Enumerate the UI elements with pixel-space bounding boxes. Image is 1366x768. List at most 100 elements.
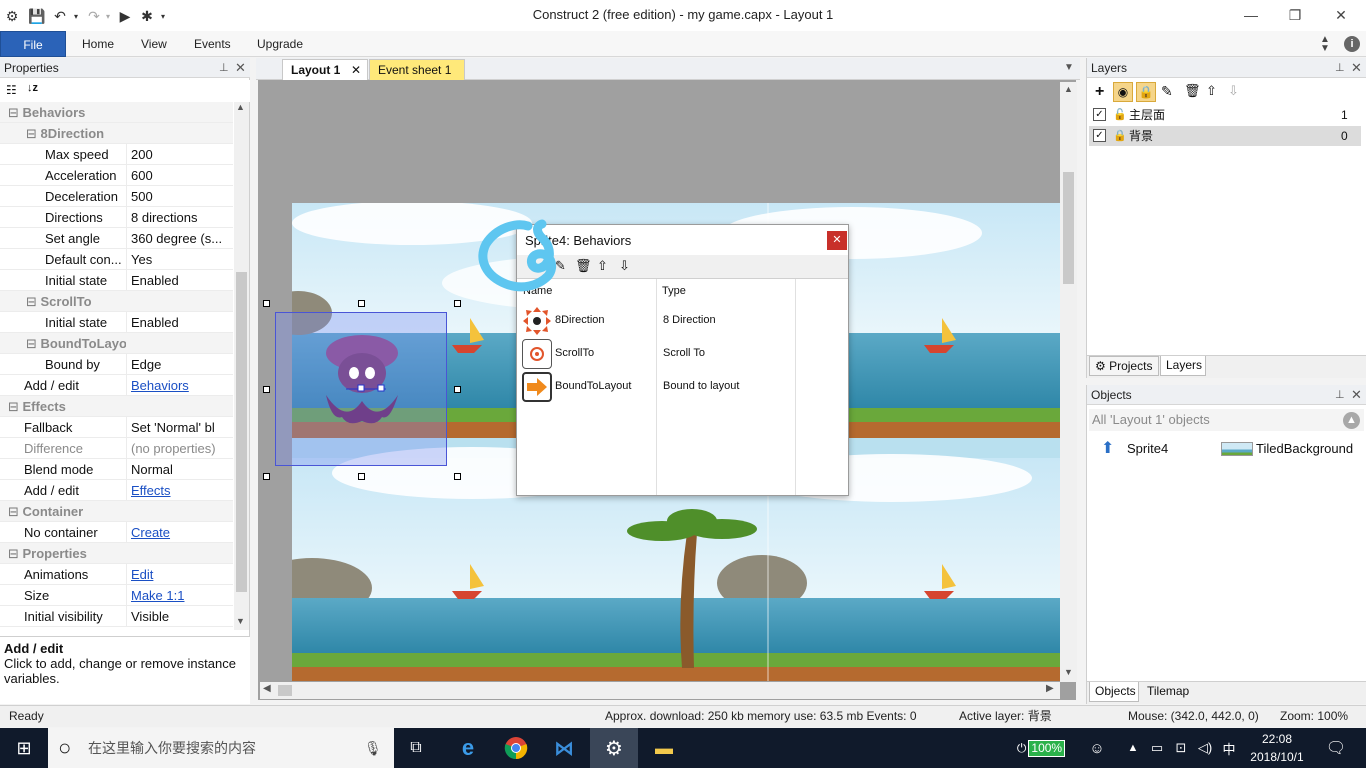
property-row[interactable]: Size Make 1:1 [0,585,233,606]
property-category[interactable]: ⊟ 8Direction [0,123,233,144]
pin-icon[interactable]: ⊥ [1335,385,1345,405]
property-category[interactable]: ⊟ Effects [0,396,233,417]
property-value[interactable]: Enabled [126,270,233,291]
property-row[interactable]: Bound by Edge [0,354,233,375]
info-icon[interactable]: i [1344,36,1360,52]
scroll-left-icon[interactable]: ◀ [263,683,271,694]
property-category[interactable]: ⊟ Properties [0,543,233,564]
property-row[interactable]: Add / edit Behaviors [0,375,233,396]
property-row[interactable]: Initial state Enabled [0,312,233,333]
close-panel-icon[interactable]: ✕ [235,58,246,78]
add-layer-icon[interactable]: + [1095,83,1104,101]
objects-filter[interactable]: All 'Layout 1' objects ▲ [1089,409,1364,431]
property-row[interactable]: Initial state Enabled [0,270,233,291]
layer-visible-checkbox[interactable]: ✓ [1093,108,1106,121]
resize-handle-ne[interactable] [454,300,461,307]
ime-indicator[interactable]: 中 [1218,728,1240,768]
resize-handle-e[interactable] [454,386,461,393]
network-icon[interactable]: ⊡ [1170,728,1192,768]
property-link[interactable]: Effects [126,480,233,501]
tab-tilemap[interactable]: Tilemap [1142,682,1194,702]
property-link[interactable]: Make 1:1 [126,585,233,606]
volume-icon[interactable]: ◁) [1194,728,1216,768]
resize-handle-s[interactable] [358,473,365,480]
edit-layer-icon[interactable]: ✎ [1161,83,1173,100]
construct2-icon[interactable]: ⚙ [590,728,638,768]
people-icon[interactable]: ☺ [1084,728,1110,768]
tab-upgrade[interactable]: Upgrade [249,31,311,57]
property-row[interactable]: Add / edit Effects [0,480,233,501]
resize-handle-w[interactable] [263,386,270,393]
tab-projects[interactable]: ⚙ Projects [1089,356,1159,376]
property-value[interactable]: 500 [126,186,233,207]
column-type[interactable]: Type [662,285,686,297]
tab-view[interactable]: View [133,31,175,57]
close-panel-icon[interactable]: ✕ [1351,58,1362,78]
property-category[interactable]: ⊟ BoundToLayout [0,333,233,354]
tab-events[interactable]: Events [186,31,239,57]
lock-icon[interactable]: 🔒 [1113,126,1127,146]
unlock-icon[interactable]: 🔓 [1113,105,1127,125]
property-value[interactable]: Yes [126,249,233,270]
property-row[interactable]: Set angle 360 degree (s... [0,228,233,249]
property-value[interactable]: Enabled [126,312,233,333]
property-category[interactable]: ⊟ ScrollTo [0,291,233,312]
layout-horizontal-scrollbar[interactable]: ◀ ▶ [260,682,1060,699]
collapse-icon[interactable]: ⊟ [26,294,41,309]
property-category[interactable]: ⊟ Behaviors [0,102,233,123]
ribbon-collapse-icon[interactable]: ▲ ▼ [1320,35,1330,54]
move-layer-down-icon[interactable]: ⇩ [1228,83,1239,99]
collapse-icon[interactable]: ⊟ [8,399,23,414]
property-row[interactable]: Acceleration 600 [0,165,233,186]
edge-icon[interactable]: e [446,728,490,768]
scroll-down-icon[interactable]: ▼ [1064,667,1073,677]
property-row[interactable]: Initial visibility Visible [0,606,233,627]
resize-handle-nw[interactable] [263,300,270,307]
scrollbar-thumb[interactable] [278,685,292,696]
property-link[interactable]: Create [126,522,233,543]
dialog-close-button[interactable]: ✕ [827,231,847,250]
property-link[interactable]: Behaviors [126,375,233,396]
property-row[interactable]: Difference (no properties) [0,438,233,459]
move-down-icon[interactable]: ⇩ [619,258,630,274]
delete-layer-icon[interactable]: 🗑 [1184,83,1201,99]
layer-row[interactable]: ✓ 🔓 主层面 1 [1089,105,1361,125]
property-value[interactable]: 600 [126,165,233,186]
collapse-icon[interactable]: ⊟ [26,126,41,141]
collapse-icon[interactable]: ⊟ [8,504,23,519]
lock-icon[interactable]: 🔒 [1136,82,1156,102]
tabs-dropdown-icon[interactable]: ▼ [1064,62,1074,73]
close-panel-icon[interactable]: ✕ [1351,385,1362,405]
network-adapter-icon[interactable]: ▭ [1146,728,1168,768]
eye-icon[interactable]: ◉ [1113,82,1133,102]
tab-file[interactable]: File [0,31,66,57]
property-row[interactable]: Directions 8 directions [0,207,233,228]
behavior-row[interactable]: BoundToLayout Bound to layout [517,371,848,404]
scroll-up-icon[interactable]: ▲ [1064,84,1073,94]
layer-row[interactable]: ✓ 🔒 背景 0 [1089,126,1361,146]
resize-handle-n[interactable] [358,300,365,307]
resize-handle-se[interactable] [454,473,461,480]
pin-icon[interactable]: ⊥ [1335,58,1345,78]
property-row[interactable]: Animations Edit [0,564,233,585]
categorized-icon[interactable]: ☷ [6,83,17,97]
property-row[interactable]: Blend mode Normal [0,459,233,480]
property-value[interactable]: Edge [126,354,233,375]
property-row[interactable]: Max speed 200 [0,144,233,165]
restore-button[interactable]: ❐ [1272,4,1318,26]
taskbar-search[interactable]: ○ 在这里输入你要搜索的内容 🎙 [48,728,394,768]
resize-handle-sw[interactable] [263,473,270,480]
property-value[interactable]: 8 directions [126,207,233,228]
property-row[interactable]: No container Create [0,522,233,543]
property-row[interactable]: Deceleration 500 [0,186,233,207]
pin-icon[interactable]: ⊥ [219,58,229,78]
property-row[interactable]: Fallback Set 'Normal' bl [0,417,233,438]
up-folder-icon[interactable]: ▲ [1343,412,1360,429]
show-hidden-icons-icon[interactable]: ▲ [1122,728,1144,768]
behavior-row[interactable]: 8Direction 8 Direction [517,305,848,338]
microphone-icon[interactable]: 🎙 [364,728,382,768]
properties-scrollbar[interactable]: ▲ ▼ [234,102,249,630]
move-up-icon[interactable]: ⇧ [597,258,608,274]
tab-objects[interactable]: Objects [1089,682,1139,702]
property-category[interactable]: ⊟ Container [0,501,233,522]
